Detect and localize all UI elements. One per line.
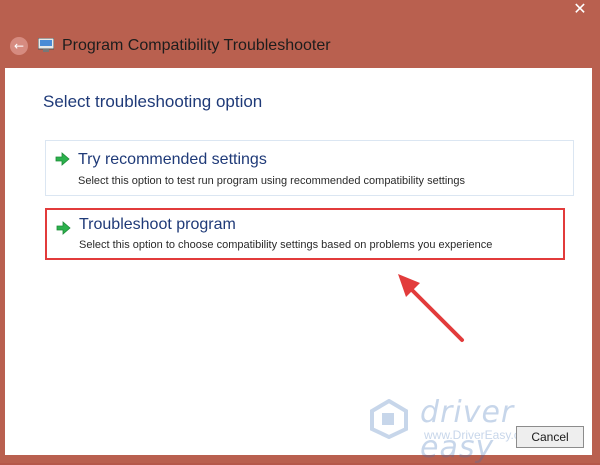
option-title: Troubleshoot program	[79, 216, 236, 233]
option-try-recommended-settings[interactable]: Try recommended settings Select this opt…	[45, 140, 574, 196]
green-arrow-icon	[56, 221, 71, 235]
option-title: Try recommended settings	[78, 151, 267, 168]
back-button[interactable]: ←	[10, 37, 28, 55]
cancel-button[interactable]: Cancel	[516, 426, 584, 448]
page-heading: Select troubleshooting option	[43, 92, 263, 111]
option-description: Select this option to choose compatibili…	[79, 239, 493, 251]
driver-easy-logo-icon	[370, 399, 408, 439]
troubleshooter-app-icon	[38, 38, 54, 52]
green-arrow-icon	[55, 152, 70, 166]
close-button[interactable]: ✕	[566, 0, 594, 18]
option-troubleshoot-program[interactable]: Troubleshoot program Select this option …	[45, 208, 565, 260]
title-bar: ← Program Compatibility Troubleshooter	[0, 28, 600, 66]
window-title: Program Compatibility Troubleshooter	[62, 37, 331, 54]
option-description: Select this option to test run program u…	[78, 175, 466, 187]
window-frame: ✕ ← Program Compatibility Troubleshooter…	[0, 0, 600, 465]
